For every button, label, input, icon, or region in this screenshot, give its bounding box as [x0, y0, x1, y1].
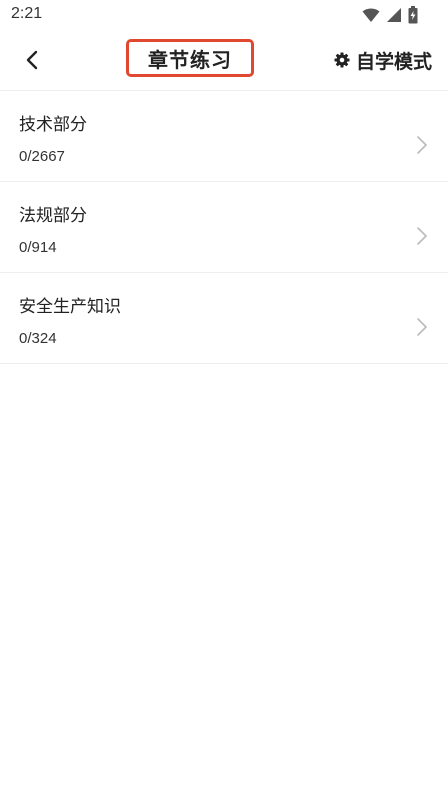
chapter-item-technical[interactable]: 技术部分 0/2667	[0, 91, 448, 182]
chapter-item-safety[interactable]: 安全生产知识 0/324	[0, 273, 448, 364]
chevron-right-icon	[417, 136, 427, 154]
chapter-item-regulations[interactable]: 法规部分 0/914	[0, 182, 448, 273]
chapter-title: 安全生产知识	[19, 297, 121, 317]
mode-label: 自学模式	[355, 50, 432, 73]
chevron-left-icon	[26, 50, 38, 70]
status-icons	[362, 6, 418, 24]
wifi-icon	[362, 8, 380, 22]
chapter-progress: 0/324	[19, 330, 57, 347]
battery-icon	[408, 6, 418, 24]
self-study-mode-button[interactable]: 自学模式	[334, 47, 432, 73]
chapter-list: 技术部分 0/2667 法规部分 0/914 安全生产知识 0/324	[0, 91, 448, 364]
status-bar: 2:21	[0, 0, 448, 30]
signal-icon	[387, 8, 401, 22]
back-button[interactable]	[16, 46, 48, 74]
chevron-right-icon	[417, 227, 427, 245]
gear-icon	[334, 52, 350, 68]
page-title: 章节练习	[148, 47, 232, 72]
header-bar: 章节练习 自学模式	[0, 30, 448, 91]
chapter-title: 技术部分	[19, 115, 87, 135]
page-title-highlight: 章节练习	[126, 39, 254, 77]
chapter-title: 法规部分	[19, 206, 87, 226]
chapter-progress: 0/2667	[19, 148, 65, 165]
chevron-right-icon	[417, 318, 427, 336]
chapter-progress: 0/914	[19, 239, 57, 256]
status-time: 2:21	[11, 5, 43, 22]
